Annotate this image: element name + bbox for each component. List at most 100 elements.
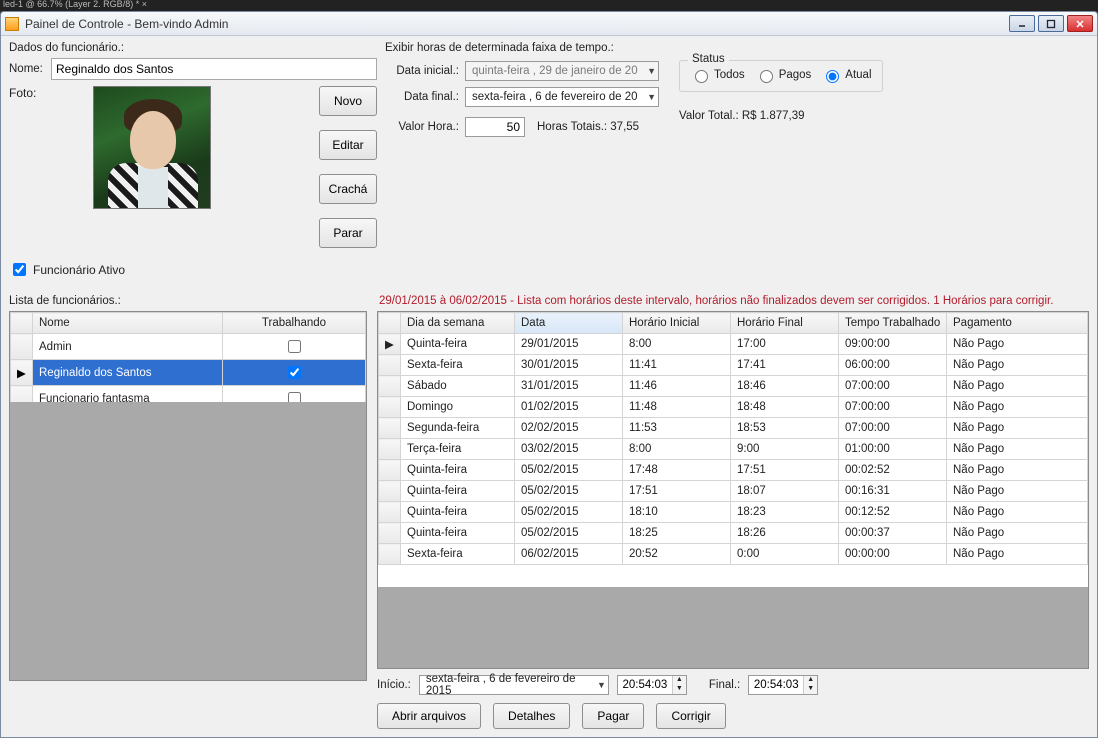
cell-hi: 11:41 [623, 355, 731, 376]
col-horario-inicial[interactable]: Horário Inicial [623, 313, 731, 334]
cell-dia: Quinta-feira [401, 523, 515, 544]
cell-tt: 00:02:52 [839, 460, 947, 481]
working-checkbox[interactable] [288, 340, 301, 353]
table-row[interactable]: Sexta-feira30/01/201511:4117:4106:00:00N… [379, 355, 1088, 376]
cell-tt: 00:12:52 [839, 502, 947, 523]
corrigir-button[interactable]: Corrigir [656, 703, 725, 729]
cell-hi: 8:00 [623, 334, 731, 355]
spin-down-icon[interactable]: ▼ [803, 685, 817, 694]
minimize-button[interactable] [1009, 15, 1035, 32]
col-trabalhando[interactable]: Trabalhando [223, 313, 366, 334]
cell-tt: 06:00:00 [839, 355, 947, 376]
cell-tt: 09:00:00 [839, 334, 947, 355]
table-row[interactable]: Terça-feira03/02/20158:009:0001:00:00Não… [379, 439, 1088, 460]
titlebar[interactable]: Painel de Controle - Bem-vindo Admin [1, 12, 1097, 36]
status-pagos-radio[interactable]: Pagos [755, 67, 812, 83]
detalhes-button[interactable]: Detalhes [493, 703, 570, 729]
app-icon [5, 17, 19, 31]
abrir-arquivos-button[interactable]: Abrir arquivos [377, 703, 481, 729]
status-todos-radio[interactable]: Todos [690, 67, 745, 83]
inicio-time-spinner[interactable]: ▲▼ [617, 675, 687, 695]
table-row[interactable]: Sexta-feira06/02/201520:520:0000:00:00Nã… [379, 544, 1088, 565]
cell-hi: 17:48 [623, 460, 731, 481]
table-row[interactable]: ▶Quinta-feira29/01/20158:0017:0009:00:00… [379, 334, 1088, 355]
hours-grid[interactable]: Dia da semana Data Horário Inicial Horár… [377, 311, 1089, 669]
cell-working[interactable] [223, 360, 366, 386]
row-marker [379, 376, 401, 397]
col-data[interactable]: Data [515, 313, 623, 334]
employee-panel-title: Dados do funcionário.: [9, 42, 377, 54]
maximize-button[interactable] [1038, 15, 1064, 32]
row-marker [379, 523, 401, 544]
cell-data: 05/02/2015 [515, 523, 623, 544]
data-inicial-value: quinta-feira , 29 de janeiro de 20 [472, 65, 638, 77]
cell-tt: 00:16:31 [839, 481, 947, 502]
table-row[interactable]: Quinta-feira05/02/201517:4817:5100:02:52… [379, 460, 1088, 481]
table-row[interactable]: Quinta-feira05/02/201518:2518:2600:00:37… [379, 523, 1088, 544]
col-pagamento[interactable]: Pagamento [947, 313, 1088, 334]
valor-hora-input[interactable] [465, 117, 525, 137]
cell-hf: 18:26 [731, 523, 839, 544]
table-row[interactable]: Quinta-feira05/02/201518:1018:2300:12:52… [379, 502, 1088, 523]
cell-pg: Não Pago [947, 502, 1088, 523]
inicio-time-input[interactable] [618, 676, 672, 694]
inicio-label: Início.: [377, 679, 411, 691]
table-row[interactable]: ▶Reginaldo dos Santos [11, 360, 366, 386]
cell-dia: Quinta-feira [401, 460, 515, 481]
row-marker [379, 460, 401, 481]
spin-down-icon[interactable]: ▼ [672, 685, 686, 694]
table-row[interactable]: Sábado31/01/201511:4618:4607:00:00Não Pa… [379, 376, 1088, 397]
novo-button[interactable]: Novo [319, 86, 377, 116]
table-row[interactable]: Segunda-feira02/02/201511:5318:5307:00:0… [379, 418, 1088, 439]
cell-tt: 07:00:00 [839, 418, 947, 439]
final-time-input[interactable] [749, 676, 803, 694]
nome-input[interactable] [51, 58, 377, 80]
working-checkbox[interactable] [288, 366, 301, 379]
status-atual-radio[interactable]: Atual [821, 67, 871, 83]
spin-up-icon[interactable]: ▲ [672, 676, 686, 685]
foto-label: Foto: [9, 86, 51, 100]
cell-dia: Quinta-feira [401, 502, 515, 523]
employees-grid[interactable]: Nome Trabalhando Admin▶Reginaldo dos San… [9, 311, 367, 681]
ativo-label: Funcionário Ativo [33, 263, 125, 277]
cell-data: 29/01/2015 [515, 334, 623, 355]
status-group: Status Todos Pagos Atual [679, 60, 883, 92]
final-time-spinner[interactable]: ▲▼ [748, 675, 818, 695]
time-panel: Exibir horas de determinada faixa de tem… [385, 42, 1089, 279]
range-message: 29/01/2015 à 06/02/2015 - Lista com horá… [379, 295, 1053, 307]
table-row[interactable]: Quinta-feira05/02/201517:5118:0700:16:31… [379, 481, 1088, 502]
pagar-button[interactable]: Pagar [582, 703, 644, 729]
data-inicial-combo[interactable]: quinta-feira , 29 de janeiro de 20 ▼ [465, 61, 659, 81]
cell-dia: Quinta-feira [401, 334, 515, 355]
table-row[interactable]: Admin [11, 334, 366, 360]
cell-hf: 0:00 [731, 544, 839, 565]
col-dia[interactable]: Dia da semana [401, 313, 515, 334]
editar-button[interactable]: Editar [319, 130, 377, 160]
status-todos-label: Todos [714, 69, 745, 81]
app-window: Painel de Controle - Bem-vindo Admin Dad… [0, 11, 1098, 738]
cell-data: 06/02/2015 [515, 544, 623, 565]
cell-hf: 18:48 [731, 397, 839, 418]
chevron-down-icon: ▼ [597, 680, 606, 690]
parar-button[interactable]: Parar [319, 218, 377, 248]
ativo-checkbox[interactable] [13, 263, 26, 276]
data-final-value: sexta-feira , 6 de fevereiro de 20 [472, 91, 638, 103]
close-button[interactable] [1067, 15, 1093, 32]
inicio-date-combo[interactable]: sexta-feira , 6 de fevereiro de 2015 ▼ [419, 675, 609, 695]
col-tempo-trabalhado[interactable]: Tempo Trabalhado [839, 313, 947, 334]
cell-tt: 07:00:00 [839, 397, 947, 418]
cracha-button[interactable]: Crachá [319, 174, 377, 204]
col-horario-final[interactable]: Horário Final [731, 313, 839, 334]
cell-hf: 17:00 [731, 334, 839, 355]
cell-working[interactable] [223, 334, 366, 360]
data-final-combo[interactable]: sexta-feira , 6 de fevereiro de 20 ▼ [465, 87, 659, 107]
table-row[interactable]: Domingo01/02/201511:4818:4807:00:00Não P… [379, 397, 1088, 418]
cell-data: 01/02/2015 [515, 397, 623, 418]
spin-up-icon[interactable]: ▲ [803, 676, 817, 685]
row-marker [379, 439, 401, 460]
employee-photo[interactable] [93, 86, 211, 209]
time-panel-title: Exibir horas de determinada faixa de tem… [385, 42, 1089, 54]
row-marker [379, 544, 401, 565]
col-nome[interactable]: Nome [33, 313, 223, 334]
data-inicial-label: Data inicial.: [385, 65, 465, 77]
